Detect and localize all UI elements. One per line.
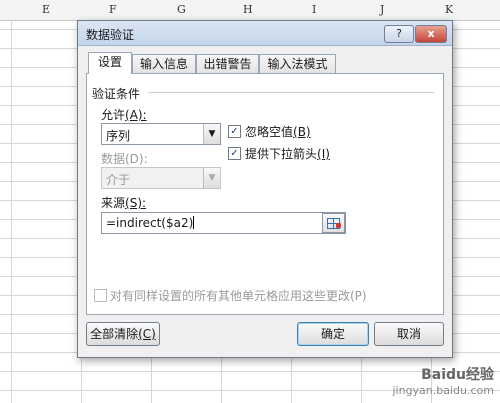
source-input[interactable]: =indirect($a2): [101, 212, 346, 234]
column-header[interactable]: K: [445, 3, 453, 16]
allow-label: 允许(A):: [101, 108, 147, 122]
column-header-row: E F G H I J K: [0, 0, 500, 21]
column-header[interactable]: H: [243, 3, 253, 16]
cancel-button[interactable]: 取消: [374, 322, 444, 346]
help-button[interactable]: ?: [384, 25, 414, 43]
ignore-blank-checkbox[interactable]: ✓: [228, 125, 241, 138]
watermark-logo: Baidu经验: [421, 367, 494, 383]
tab-error-alert[interactable]: 出错警告: [196, 54, 259, 73]
column-header[interactable]: F: [109, 3, 117, 16]
data-select: 介于 ▼: [101, 167, 221, 189]
column-header[interactable]: J: [380, 3, 384, 16]
dialog-title: 数据验证: [86, 28, 135, 42]
close-button[interactable]: x: [415, 25, 447, 43]
source-input-value: =indirect($a2): [106, 216, 194, 230]
chevron-down-icon[interactable]: ▼: [203, 124, 220, 144]
allow-select[interactable]: 序列 ▼: [101, 123, 221, 145]
ok-button[interactable]: 确定: [297, 322, 369, 346]
apply-all-checkbox: [94, 289, 107, 302]
in-cell-dropdown-label[interactable]: 提供下拉箭头(I): [245, 145, 330, 162]
chevron-down-icon: ▼: [203, 168, 220, 188]
tab-input-message[interactable]: 输入信息: [132, 54, 196, 73]
text-caret: [193, 216, 195, 229]
clear-all-button[interactable]: 全部清除(C): [86, 322, 160, 346]
range-select-icon[interactable]: [322, 213, 345, 233]
tab-settings[interactable]: 设置: [88, 52, 132, 74]
data-validation-dialog: 数据验证 ? x 设置 输入信息 出错警告 输入法模式 验证条件 允许(A): …: [77, 20, 453, 358]
apply-all-label: 对有同样设置的所有其他单元格应用这些更改(P): [110, 289, 367, 303]
dialog-titlebar[interactable]: 数据验证 ? x: [78, 21, 452, 46]
allow-select-value: 序列: [106, 129, 131, 143]
data-select-value: 介于: [106, 173, 131, 187]
column-header[interactable]: G: [177, 3, 186, 16]
ignore-blank-label[interactable]: 忽略空值(B): [245, 123, 311, 140]
tab-ime-mode[interactable]: 输入法模式: [259, 54, 336, 73]
column-header[interactable]: I: [312, 3, 316, 16]
group-divider: [148, 92, 434, 93]
source-label: 来源(S):: [101, 196, 147, 210]
validation-criteria-title: 验证条件: [92, 87, 141, 101]
watermark-url: jingyan.baidu.com: [392, 384, 494, 397]
in-cell-dropdown-checkbox[interactable]: ✓: [228, 147, 241, 160]
watermark: Baidu经验 jingyan.baidu.com: [392, 364, 494, 397]
data-label: 数据(D):: [101, 152, 148, 166]
column-header[interactable]: E: [42, 3, 50, 16]
